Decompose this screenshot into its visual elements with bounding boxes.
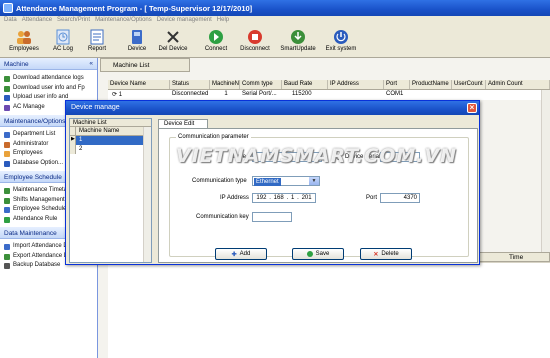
dialog-title-bar: Device manage ×	[66, 101, 479, 115]
exit-system-button[interactable]: Exit system	[320, 28, 362, 58]
chevron-down-icon[interactable]: ▼	[309, 177, 319, 185]
table-row[interactable]: ⟳ 1 Disconnected 1 Serial Port/... 11520…	[108, 90, 550, 100]
tab-machine-list[interactable]: Machine List	[100, 58, 190, 72]
backup-icon	[4, 263, 10, 269]
col-ip-address[interactable]: IP Address	[328, 80, 384, 89]
col-time[interactable]: Time	[478, 252, 550, 262]
disconnect-icon	[248, 30, 262, 44]
toolbar: Employees AC Log Report Device Del Devic…	[0, 26, 550, 58]
cell-device-name: ⟳ 1	[112, 92, 123, 98]
cell-status: Disconnected	[172, 91, 209, 97]
ac-log-button[interactable]: AC Log	[46, 28, 80, 58]
col-machine-name[interactable]: Machine Name	[76, 127, 119, 135]
menu-device-management[interactable]: Device management	[157, 17, 212, 26]
menu-data[interactable]: Data	[4, 17, 17, 26]
disconnect-button[interactable]: Disconnect	[234, 28, 276, 58]
group-title: Communication parameter	[176, 134, 251, 140]
list-item[interactable]: ▶ 1	[70, 136, 151, 145]
add-button[interactable]: ✚ Add	[215, 248, 267, 260]
schedule-icon	[4, 207, 10, 213]
ac-log-icon	[56, 29, 70, 45]
employees-icon	[4, 151, 10, 157]
machine-list-title: Machine List	[70, 119, 151, 127]
download-icon	[4, 76, 10, 82]
cell-port: COM1	[386, 91, 404, 97]
sidebar-item-download-user-info[interactable]: Download user info and Fp	[0, 84, 97, 94]
ip-address-field[interactable]: 192. 168. 1. 201	[252, 193, 316, 203]
cell-ip-address	[328, 90, 384, 100]
device-manage-dialog: Device manage × Machine List Machine Nam…	[65, 100, 480, 265]
machine-grid-header: Device Name Status MachineNo. Comm type …	[108, 80, 550, 90]
import-icon	[4, 244, 10, 250]
database-icon	[4, 160, 10, 167]
rule-icon	[4, 216, 10, 223]
save-icon	[306, 251, 313, 257]
shifts-icon	[4, 197, 10, 204]
device-button[interactable]: Device	[120, 28, 154, 58]
machine-list-header: Machine Name	[70, 127, 151, 136]
exit-icon	[334, 30, 348, 44]
del-device-icon	[167, 31, 179, 43]
app-title-bar: Attendance Management Program - [ Temp-S…	[0, 0, 550, 16]
comm-key-label: Communication key	[196, 214, 249, 220]
col-user-count[interactable]: UserCount	[452, 80, 486, 89]
menu-help[interactable]: Help	[217, 17, 229, 26]
employees-button[interactable]: Employees	[2, 28, 46, 58]
menu-bar: Data Attendance Search/Print Maintenance…	[0, 16, 550, 26]
download-icon	[4, 85, 10, 92]
col-admin-count[interactable]: Admin Count	[486, 80, 550, 89]
port-field[interactable]: 4370	[380, 193, 420, 203]
comm-type-label: Communication type	[192, 178, 247, 184]
col-machine-no[interactable]: MachineNo.	[210, 80, 240, 89]
comm-key-field[interactable]	[252, 212, 292, 222]
close-icon[interactable]: ×	[467, 103, 477, 113]
employees-icon	[17, 31, 31, 44]
admin-icon	[4, 141, 10, 148]
col-status[interactable]: Status	[170, 80, 210, 89]
export-icon	[4, 253, 10, 260]
col-product-name[interactable]: ProductName	[410, 80, 452, 89]
sidebar-item-download-logs[interactable]: Download attendance logs	[0, 74, 97, 84]
port-label: Port	[366, 195, 378, 201]
delete-button[interactable]: ✕ Delete	[360, 248, 412, 260]
dialog-title: Device manage	[71, 104, 120, 111]
col-baud-rate[interactable]: Baud Rate	[282, 80, 328, 89]
ip-address-label: IP Address	[220, 195, 249, 201]
comm-type-select[interactable]: Ethernet ▼	[252, 176, 320, 186]
delete-icon: ✕	[373, 251, 379, 258]
log-area	[108, 262, 550, 358]
menu-attendance[interactable]: Attendance	[22, 17, 52, 26]
plus-icon: ✚	[231, 251, 237, 258]
upload-icon	[4, 95, 10, 101]
machine-list-panel: Machine List Machine Name ▶ 1 2	[69, 118, 152, 263]
list-scrollbar[interactable]	[143, 127, 151, 262]
menu-maintenance-options[interactable]: Maintenance/Options	[95, 17, 152, 26]
timetable-icon	[4, 188, 10, 194]
smartupdate-button[interactable]: SmartUpdate	[276, 28, 320, 58]
list-item[interactable]: 2	[70, 145, 151, 154]
save-button[interactable]: Save	[292, 248, 344, 260]
vertical-scrollbar[interactable]	[541, 90, 550, 252]
menu-search-print[interactable]: Search/Print	[57, 17, 90, 26]
watermark: VIETNAMSMART.COM.VN	[176, 145, 458, 167]
smartupdate-icon	[291, 30, 305, 44]
app-icon	[3, 3, 13, 13]
del-device-button[interactable]: Del Device	[154, 28, 192, 58]
report-button[interactable]: Report	[80, 28, 114, 58]
connect-icon	[209, 30, 223, 44]
department-icon	[4, 132, 10, 138]
app-title: Attendance Management Program - [ Temp-S…	[16, 4, 253, 13]
col-comm-type[interactable]: Comm type	[240, 80, 282, 89]
col-device-name[interactable]: Device Name	[108, 80, 170, 89]
col-port[interactable]: Port	[384, 80, 410, 89]
device-icon	[132, 30, 142, 44]
collapse-icon[interactable]: «	[89, 60, 93, 67]
cell-comm-type: Serial Port/...	[242, 91, 277, 97]
report-icon	[90, 29, 104, 45]
cell-baud-rate: 115200	[292, 91, 312, 97]
connect-button[interactable]: Connect	[198, 28, 234, 58]
sidebar-section-machine[interactable]: Machine «	[0, 58, 97, 70]
key-icon	[4, 104, 10, 111]
cell-machine-no: 1	[224, 91, 228, 97]
